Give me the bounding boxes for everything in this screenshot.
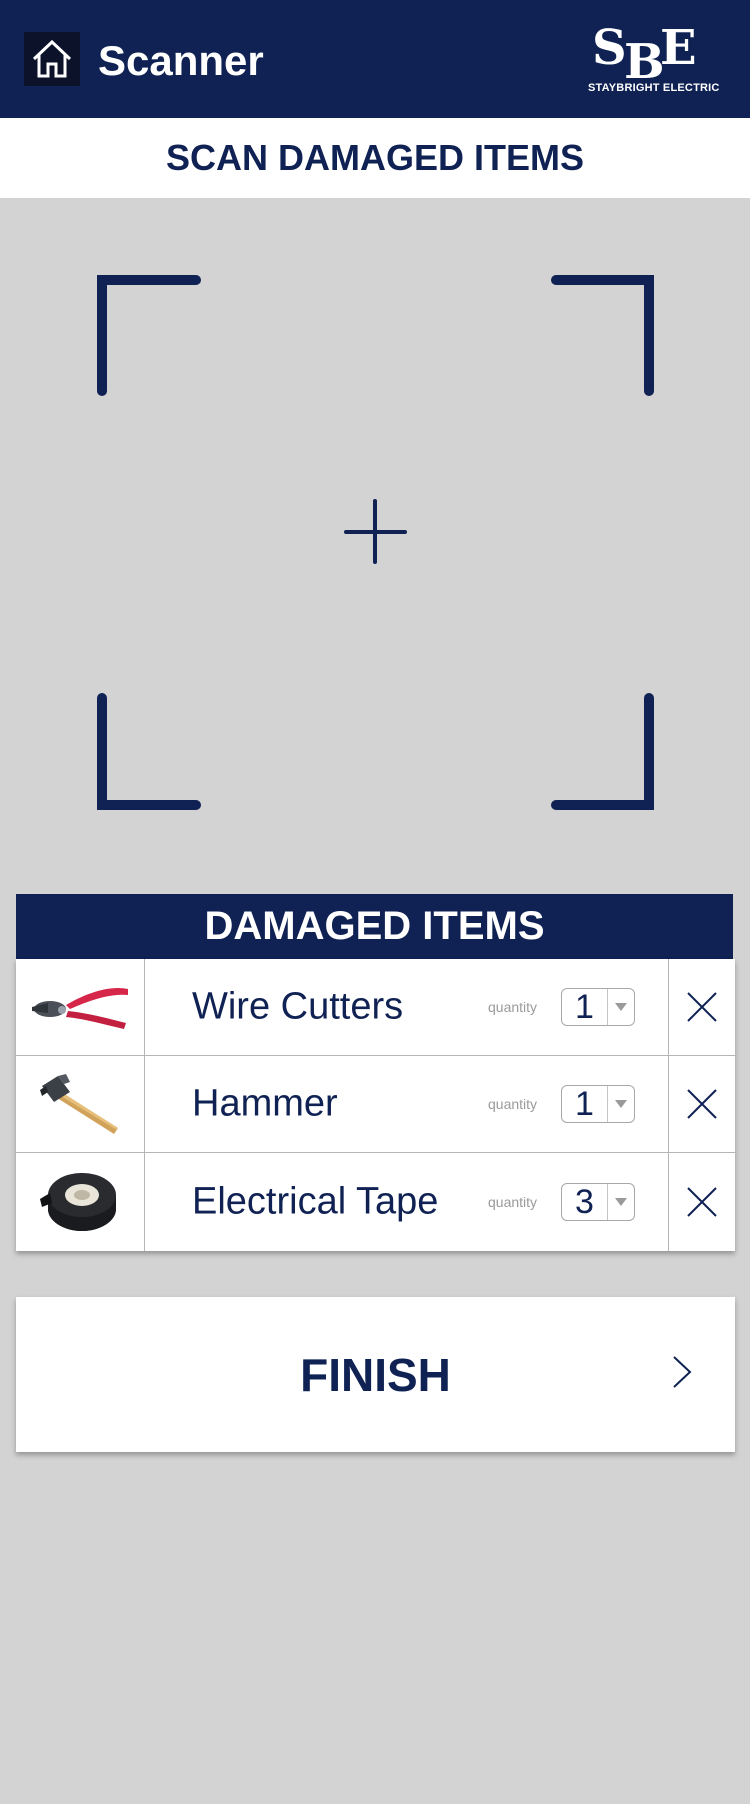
- item-info: Wire Cutters quantity 1: [145, 959, 669, 1055]
- dropdown-arrow-icon: [607, 989, 634, 1025]
- scan-section-header: SCAN DAMAGED ITEMS: [0, 118, 750, 198]
- remove-item-button[interactable]: [669, 1056, 735, 1152]
- app-header: Scanner S B E STAYBRIGHT ELECTRIC: [0, 0, 750, 118]
- item-name: Electrical Tape: [192, 1180, 439, 1223]
- list-item: Hammer quantity 1: [16, 1056, 735, 1153]
- remove-item-button[interactable]: [669, 1153, 735, 1251]
- dropdown-arrow-icon: [607, 1184, 634, 1220]
- close-icon: [687, 992, 717, 1022]
- scanner-viewfinder[interactable]: [0, 198, 750, 868]
- item-info: Hammer quantity 1: [145, 1056, 669, 1152]
- quantity-value: 1: [575, 1085, 594, 1123]
- electrical-tape-icon: [40, 1173, 116, 1231]
- list-item: Electrical Tape quantity 3: [16, 1153, 735, 1251]
- quantity-select[interactable]: 3: [561, 1183, 635, 1221]
- logo-subtitle: STAYBRIGHT ELECTRIC: [588, 82, 720, 94]
- crosshair-icon: [344, 499, 407, 564]
- close-icon: [687, 1187, 717, 1217]
- list-item: Wire Cutters quantity 1: [16, 959, 735, 1056]
- chevron-right-icon: [673, 1356, 692, 1388]
- damaged-items-header: DAMAGED ITEMS: [16, 894, 733, 959]
- staybright-logo: S B E STAYBRIGHT ELECTRIC: [588, 18, 720, 100]
- svg-text:B: B: [624, 34, 665, 82]
- app-title: Scanner: [98, 37, 264, 84]
- damaged-items-title: DAMAGED ITEMS: [204, 904, 545, 948]
- quantity-value: 3: [575, 1183, 594, 1221]
- close-icon: [687, 1089, 717, 1119]
- page-title: SCAN DAMAGED ITEMS: [165, 137, 584, 178]
- frame-corner-top-right: [551, 275, 654, 396]
- item-thumbnail: [16, 959, 145, 1055]
- damaged-items-list: Wire Cutters quantity 1 Hammer quantity …: [16, 959, 735, 1251]
- hammer-icon: [40, 1074, 118, 1134]
- quantity-value: 1: [575, 988, 594, 1026]
- item-thumbnail: [16, 1153, 145, 1251]
- item-name: Hammer: [192, 1082, 338, 1125]
- svg-text:E: E: [660, 20, 697, 76]
- home-button[interactable]: [24, 32, 80, 86]
- item-name: Wire Cutters: [192, 985, 404, 1028]
- finish-button[interactable]: FINISH: [16, 1297, 735, 1452]
- frame-corner-top-left: [97, 275, 201, 396]
- item-info: Electrical Tape quantity 3: [145, 1153, 669, 1251]
- item-thumbnail: [16, 1056, 145, 1152]
- quantity-select[interactable]: 1: [561, 1085, 635, 1123]
- wire-cutters-icon: [32, 987, 128, 1029]
- dropdown-arrow-icon: [607, 1086, 634, 1122]
- frame-corner-bottom-left: [97, 693, 201, 810]
- home-icon: [32, 39, 72, 78]
- svg-text:S: S: [592, 20, 627, 76]
- quantity-label: quantity: [488, 999, 538, 1015]
- quantity-label: quantity: [488, 1096, 538, 1112]
- quantity-select[interactable]: 1: [561, 988, 635, 1026]
- finish-label: FINISH: [300, 1348, 451, 1401]
- quantity-label: quantity: [488, 1194, 538, 1210]
- remove-item-button[interactable]: [669, 959, 735, 1055]
- frame-corner-bottom-right: [551, 693, 654, 810]
